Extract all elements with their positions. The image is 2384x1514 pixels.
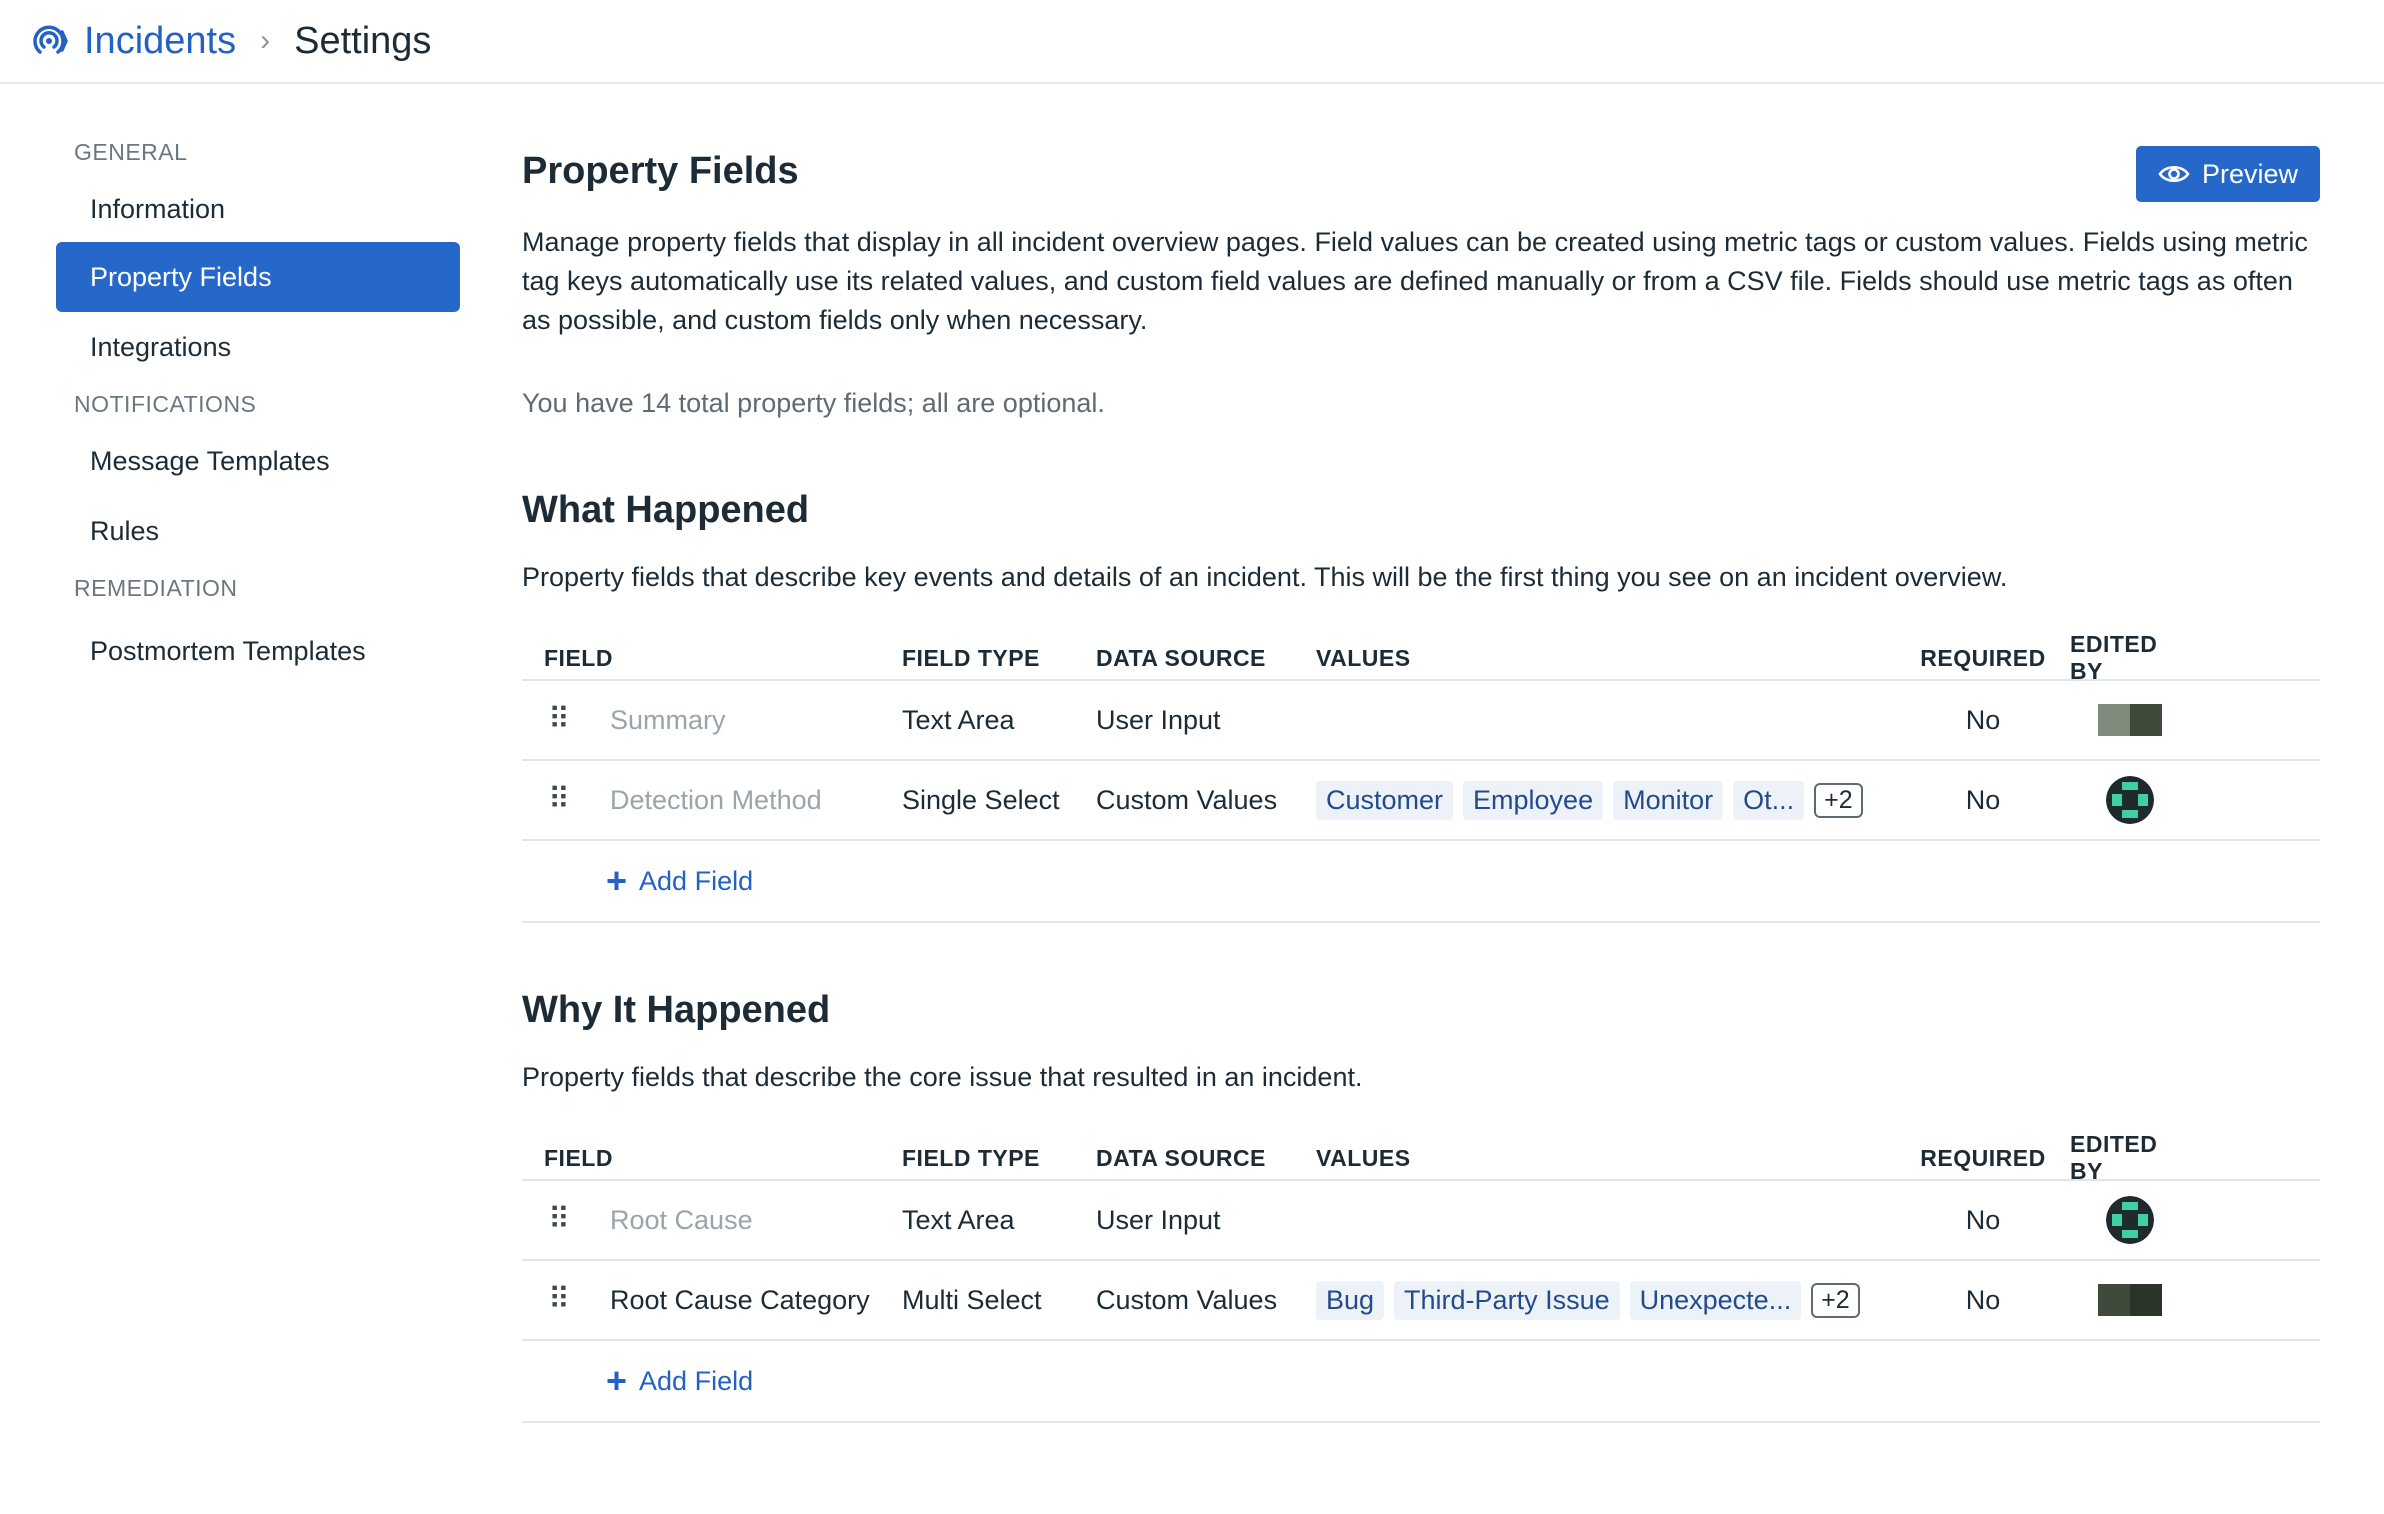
preview-button[interactable]: Preview xyxy=(2136,146,2320,202)
sidebar-item-property-fields[interactable]: Property Fields xyxy=(56,242,460,312)
data-source: User Input xyxy=(1096,704,1221,735)
column-header-edited-by: EDITED BY xyxy=(2070,631,2158,684)
required-value: No xyxy=(1965,1204,2001,1235)
table-row[interactable]: ⠿ Root Cause Text Area User Input No xyxy=(522,1181,2320,1261)
data-source: Custom Values xyxy=(1096,784,1278,815)
add-field-label: Add Field xyxy=(639,1365,754,1396)
more-values-badge[interactable]: +2 xyxy=(1814,782,1863,818)
table-row[interactable]: ⠿ Detection Method Single Select Custom … xyxy=(522,761,2320,841)
preview-button-label: Preview xyxy=(2201,158,2299,189)
field-name[interactable]: Summary xyxy=(610,705,726,736)
values-cell: Customer Employee Monitor Ot... +2 xyxy=(1316,780,1896,820)
column-header-required: REQUIRED xyxy=(1920,1144,2046,1171)
plus-icon: + xyxy=(606,860,628,901)
field-type: Text Area xyxy=(902,1204,1015,1235)
column-header-field: FIELD xyxy=(544,644,613,671)
column-header-field: FIELD xyxy=(544,1144,613,1171)
sidebar-section-remediation: REMEDIATION xyxy=(74,575,238,601)
section-description: Property fields that describe key events… xyxy=(522,562,2008,592)
column-header-data-source: DATA SOURCE xyxy=(1096,644,1266,671)
sidebar-item-postmortem-templates[interactable]: Postmortem Templates xyxy=(56,616,460,686)
value-chip: Monitor xyxy=(1613,780,1724,820)
breadcrumb-incidents-link[interactable]: Incidents xyxy=(84,20,236,63)
add-field-button[interactable]: + Add Field xyxy=(606,863,753,899)
avatar xyxy=(2098,704,2162,736)
data-source: Custom Values xyxy=(1096,1284,1278,1315)
column-header-values: VALUES xyxy=(1316,644,1411,671)
field-name[interactable]: Detection Method xyxy=(610,785,822,816)
property-fields-table: FIELD FIELD TYPE DATA SOURCE VALUES REQU… xyxy=(522,1131,2320,1423)
drag-handle-icon[interactable]: ⠿ xyxy=(548,1205,576,1235)
value-chip: Unexpecte... xyxy=(1629,1280,1802,1320)
required-value: No xyxy=(1965,784,2001,815)
section-description: Property fields that describe the core i… xyxy=(522,1062,1363,1092)
column-header-required: REQUIRED xyxy=(1920,644,2046,671)
sidebar-section-notifications: NOTIFICATIONS xyxy=(74,391,257,417)
data-source: User Input xyxy=(1096,1204,1221,1235)
more-values-badge[interactable]: +2 xyxy=(1811,1282,1860,1318)
add-field-row: + Add Field xyxy=(522,841,2320,923)
property-fields-table: FIELD FIELD TYPE DATA SOURCE VALUES REQU… xyxy=(522,631,2320,923)
required-value: No xyxy=(1965,1284,2001,1315)
value-chip: Customer xyxy=(1316,780,1454,820)
drag-handle-icon[interactable]: ⠿ xyxy=(548,1285,576,1315)
section-title-why-it-happened: Why It Happened xyxy=(522,989,831,1031)
eye-icon xyxy=(2158,165,2190,183)
breadcrumb-current: Settings xyxy=(294,19,432,62)
add-field-label: Add Field xyxy=(639,865,754,896)
sidebar-section-general: GENERAL xyxy=(74,139,188,165)
add-field-row: + Add Field xyxy=(522,1341,2320,1423)
field-type: Text Area xyxy=(902,704,1015,735)
avatar xyxy=(2106,1196,2154,1244)
top-bar: Incidents › Settings xyxy=(0,0,2384,84)
page-title: Property Fields xyxy=(522,150,799,192)
sidebar-item-integrations[interactable]: Integrations xyxy=(56,312,460,382)
table-header: FIELD FIELD TYPE DATA SOURCE VALUES REQU… xyxy=(522,631,2320,684)
field-type: Single Select xyxy=(902,784,1060,815)
column-header-data-source: DATA SOURCE xyxy=(1096,1144,1266,1171)
sidebar-item-rules[interactable]: Rules xyxy=(56,496,460,566)
settings-sidebar: GENERAL Information Property Fields Inte… xyxy=(56,130,460,686)
table-row[interactable]: ⠿ Root Cause Category Multi Select Custo… xyxy=(522,1261,2320,1341)
incidents-logo-icon[interactable] xyxy=(26,18,72,64)
value-chip: Third-Party Issue xyxy=(1394,1280,1620,1320)
column-header-edited-by: EDITED BY xyxy=(2070,1131,2158,1184)
page-description: Manage property fields that display in a… xyxy=(522,227,2308,335)
field-type: Multi Select xyxy=(902,1284,1042,1315)
drag-handle-icon[interactable]: ⠿ xyxy=(548,785,576,815)
section-title-what-happened: What Happened xyxy=(522,489,810,531)
column-header-field-type: FIELD TYPE xyxy=(902,644,1040,671)
main-content: Property Fields Preview Manage property … xyxy=(522,130,2320,1423)
sidebar-item-message-templates[interactable]: Message Templates xyxy=(56,426,460,496)
avatar xyxy=(2106,776,2154,824)
fields-summary: You have 14 total property fields; all a… xyxy=(522,388,1105,418)
avatar xyxy=(2098,1284,2162,1316)
table-header: FIELD FIELD TYPE DATA SOURCE VALUES REQU… xyxy=(522,1131,2320,1184)
column-header-field-type: FIELD TYPE xyxy=(902,1144,1040,1171)
required-value: No xyxy=(1965,704,2001,735)
values-cell: Bug Third-Party Issue Unexpecte... +2 xyxy=(1316,1280,1896,1320)
value-chip: Ot... xyxy=(1733,780,1805,820)
sidebar-item-information[interactable]: Information xyxy=(56,176,460,242)
column-header-values: VALUES xyxy=(1316,1144,1411,1171)
add-field-button[interactable]: + Add Field xyxy=(606,1363,753,1399)
plus-icon: + xyxy=(606,1360,628,1401)
chevron-right-icon: › xyxy=(260,24,271,57)
value-chip: Bug xyxy=(1316,1280,1385,1320)
field-name[interactable]: Root Cause Category xyxy=(610,1285,870,1316)
value-chip: Employee xyxy=(1463,780,1604,820)
drag-handle-icon[interactable]: ⠿ xyxy=(548,705,576,735)
field-name[interactable]: Root Cause xyxy=(610,1205,753,1236)
table-row[interactable]: ⠿ Summary Text Area User Input No xyxy=(522,681,2320,761)
